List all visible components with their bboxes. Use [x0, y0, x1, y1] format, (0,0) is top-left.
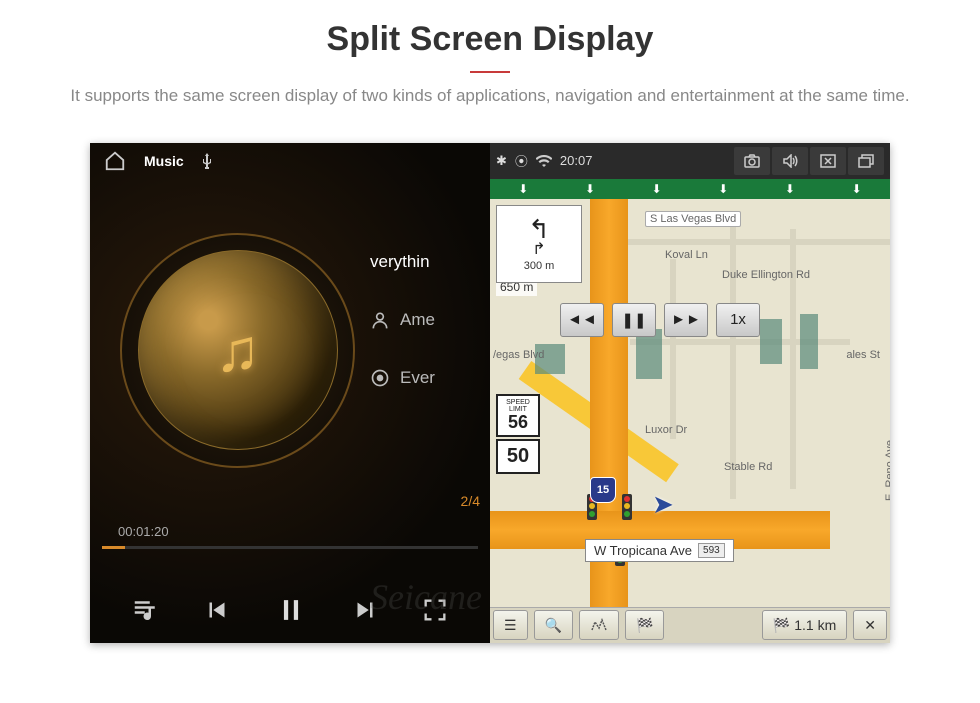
building [760, 319, 782, 364]
volume-button[interactable] [772, 147, 808, 175]
turn-left-icon: ↰ [528, 216, 550, 242]
recents-button[interactable] [848, 147, 884, 175]
album-disc-inner: ♫ [138, 250, 338, 450]
current-street-number: 593 [698, 543, 725, 558]
download-icon: ⬇ [585, 182, 595, 196]
track-counter: 2/4 [461, 493, 480, 509]
road-label: S Las Vegas Blvd [645, 211, 741, 227]
media-speed-button[interactable]: 1x [716, 303, 760, 337]
road-label: /egas Blvd [493, 349, 544, 361]
prev-track-icon[interactable] [202, 595, 232, 625]
turn-instruction: ↰ ↱ 300 m [496, 205, 582, 283]
usb-icon [202, 153, 212, 169]
status-time: 20:07 [560, 153, 593, 168]
location-icon: ⦿ [515, 151, 528, 170]
track-title: Ever [400, 368, 435, 388]
road-minor [790, 229, 796, 489]
download-icon: ⬇ [785, 182, 795, 196]
speed-limit-sign: SPEED LIMIT 56 [496, 394, 540, 438]
pause-icon[interactable] [274, 593, 308, 627]
nav-route-button[interactable] [579, 610, 619, 640]
progress-fill [102, 546, 125, 549]
gps-arrow-icon: ➤ [652, 489, 674, 520]
track-title: verythin [370, 252, 430, 272]
download-icon: ⬇ [852, 182, 862, 196]
speed-limit-value: 56 [498, 413, 538, 433]
current-street-box: W Tropicana Ave 593 [585, 539, 734, 562]
download-bar: ⬇ ⬇ ⬇ ⬇ ⬇ ⬇ [490, 179, 890, 199]
track-row-current[interactable]: verythin [370, 233, 490, 291]
highway-shield: 15 [590, 477, 616, 503]
road-label: Stable Rd [724, 461, 772, 473]
download-icon: ⬇ [652, 182, 662, 196]
time-row: 00:01:20 [118, 524, 480, 539]
nav-status-bar: ✱ ⦿ 20:07 [490, 143, 890, 179]
road-label: E. Reno Ave [884, 440, 890, 501]
download-icon: ⬇ [718, 182, 728, 196]
turn-straight-icon: ↱ [532, 242, 545, 258]
track-row[interactable]: Ever [370, 349, 490, 407]
map-media-controls: ◄◄ ❚❚ ►► 1x [560, 303, 760, 337]
bluetooth-icon: ✱ [496, 153, 507, 169]
home-icon[interactable] [104, 150, 126, 172]
nav-search-button[interactable]: 🔍 [534, 610, 573, 640]
current-street-label: W Tropicana Ave [594, 543, 692, 558]
music-panel: Music ♫ verythin Ame Ever 2/4 00:01:2 [90, 143, 490, 643]
media-next-button[interactable]: ►► [664, 303, 708, 337]
music-note-icon: ♫ [215, 316, 260, 385]
road-label: ales St [846, 349, 880, 361]
download-icon: ⬇ [518, 182, 528, 196]
track-title: Ame [400, 310, 435, 330]
current-speed: 50 [496, 439, 540, 474]
road-label: Koval Ln [665, 249, 708, 261]
speed-limit-label: SPEED LIMIT [498, 399, 538, 413]
nav-bottom-bar: ☰ 🔍 🏁 🏁 1.1 km ✕ [490, 607, 890, 643]
nav-distance-button[interactable]: 🏁 1.1 km [762, 610, 847, 640]
device-screen: Music ♫ verythin Ame Ever 2/4 00:01:2 [90, 143, 890, 643]
nav-remaining-distance: 1.1 km [794, 617, 836, 633]
next-track-icon[interactable] [350, 595, 380, 625]
road-label: Duke Ellington Rd [722, 269, 810, 281]
music-app-label: Music [144, 153, 184, 169]
media-prev-button[interactable]: ◄◄ [560, 303, 604, 337]
road-minor [730, 219, 736, 499]
close-app-button[interactable] [810, 147, 846, 175]
time-elapsed: 00:01:20 [118, 524, 169, 539]
page-subtitle: It supports the same screen display of t… [40, 83, 940, 109]
media-pause-button[interactable]: ❚❚ [612, 303, 656, 337]
fullscreen-icon[interactable] [421, 596, 449, 624]
wifi-icon [536, 155, 552, 167]
progress-bar[interactable] [102, 546, 478, 549]
building [800, 314, 818, 369]
traffic-light-icon [622, 494, 632, 520]
page-header: Split Screen Display It supports the sam… [0, 0, 980, 119]
music-status-bar: Music [90, 143, 490, 179]
road-minor [670, 259, 676, 439]
screenshot-button[interactable] [734, 147, 770, 175]
target-icon [370, 368, 390, 388]
page-title: Split Screen Display [40, 20, 940, 59]
turn-distance: 300 m [524, 260, 555, 272]
title-divider [470, 71, 510, 73]
track-row[interactable]: Ame [370, 291, 490, 349]
playlist-icon[interactable] [131, 595, 161, 625]
nav-dest-button[interactable]: 🏁 [625, 610, 664, 640]
navigation-panel: ✱ ⦿ 20:07 ⬇ ⬇ ⬇ ⬇ ⬇ ⬇ [490, 143, 890, 643]
music-controls [90, 593, 490, 627]
status-indicators: ✱ ⦿ 20:07 [496, 151, 592, 170]
track-list: verythin Ame Ever [370, 233, 490, 407]
road-minor [590, 239, 890, 245]
album-disc: ♫ [120, 233, 355, 468]
person-icon [370, 310, 390, 330]
road-label: Luxor Dr [645, 424, 687, 436]
system-buttons [734, 147, 884, 175]
nav-close-button[interactable]: ✕ [853, 610, 887, 640]
nav-menu-button[interactable]: ☰ [493, 610, 528, 640]
